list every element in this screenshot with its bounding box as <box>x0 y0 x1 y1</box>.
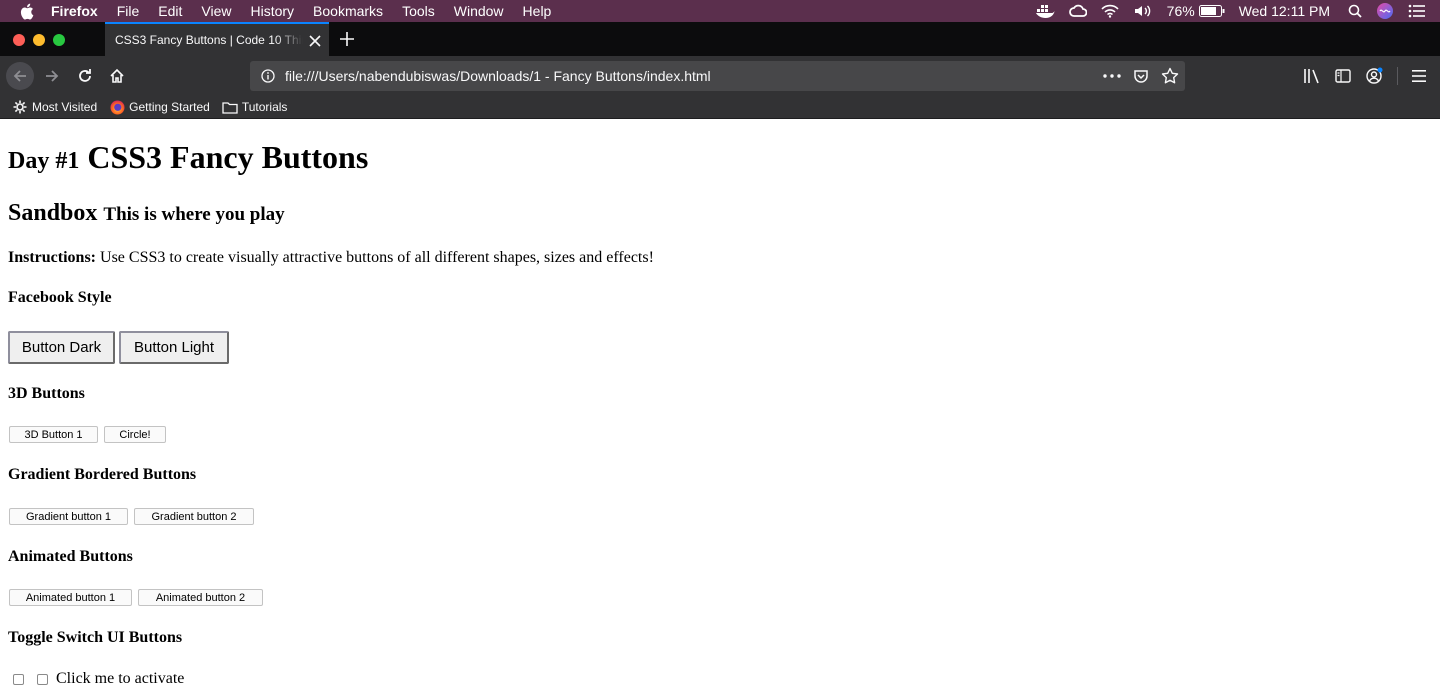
toggle-checkbox-1[interactable] <box>13 674 24 685</box>
gradient-button-1[interactable]: Gradient button 1 <box>9 508 128 525</box>
home-button[interactable] <box>103 62 131 90</box>
bookmark-getting-started[interactable]: Getting Started <box>109 99 210 115</box>
page-title: Day #1 CSS3 Fancy Buttons <box>8 139 368 180</box>
button-dark[interactable]: Button Dark <box>8 331 115 364</box>
clock[interactable]: Wed 12:11 PM <box>1239 3 1330 19</box>
day-label: Day #1 <box>8 148 80 174</box>
sidebar-icon[interactable] <box>1335 69 1351 83</box>
hamburger-menu-icon[interactable] <box>1412 70 1426 82</box>
firefox-icon <box>109 99 125 115</box>
menu-app-firefox[interactable]: Firefox <box>51 0 98 22</box>
bookmark-label: Tutorials <box>241 100 288 114</box>
url-actions <box>1091 61 1179 91</box>
sandbox-note: This is where you play <box>103 204 285 225</box>
menu-help[interactable]: Help <box>523 0 552 22</box>
animated-button-2[interactable]: Animated button 2 <box>138 589 263 606</box>
zoom-window-button[interactable] <box>53 34 65 46</box>
page-actions-icon[interactable] <box>1103 74 1121 78</box>
menu-history[interactable]: History <box>250 0 294 22</box>
section-title-facebook: Facebook Style <box>8 289 112 306</box>
close-tab-icon[interactable] <box>309 34 321 47</box>
library-icon[interactable] <box>1303 68 1321 84</box>
toggle-checkbox-2[interactable] <box>37 674 48 685</box>
tab-strip: CSS3 Fancy Buttons | Code 10 Things <box>0 22 1440 56</box>
tab-title: CSS3 Fancy Buttons | Code 10 Things <box>115 33 303 47</box>
instructions-text: Use CSS3 to create visually attractive b… <box>96 249 654 266</box>
instructions-label: Instructions: <box>8 249 97 266</box>
page-content: Day #1 CSS3 Fancy Buttons Sandbox This i… <box>8 119 1432 698</box>
siri-icon[interactable] <box>1376 2 1394 20</box>
menu-tools[interactable]: Tools <box>402 0 435 22</box>
button-light[interactable]: Button Light <box>119 331 229 364</box>
menubar-status-area: 76% Wed 12:11 PM <box>1035 0 1440 22</box>
docker-icon[interactable] <box>1035 4 1055 18</box>
section-title-animated: Animated Buttons <box>8 548 133 565</box>
menu-edit[interactable]: Edit <box>158 0 182 22</box>
section-title-toggle: Toggle Switch UI Buttons <box>8 629 183 646</box>
navigation-toolbar: file:///Users/nabendubiswas/Downloads/1 … <box>0 56 1440 96</box>
macos-menubar: Firefox File Edit View History Bookmarks… <box>0 0 1440 22</box>
creative-cloud-icon[interactable] <box>1068 4 1087 18</box>
toolbar-right <box>1303 56 1440 96</box>
forward-button[interactable] <box>38 62 66 90</box>
bookmark-tutorials[interactable]: Tutorials <box>222 99 288 115</box>
notification-center-icon[interactable] <box>1408 4 1426 18</box>
battery-percent: 76% <box>1166 3 1195 19</box>
gear-icon <box>12 99 28 115</box>
volume-icon[interactable] <box>1133 4 1153 18</box>
tab-active[interactable]: CSS3 Fancy Buttons | Code 10 Things <box>105 22 329 56</box>
section-title-3d: 3D Buttons <box>8 385 85 402</box>
instructions: Instructions: Use CSS3 to create visuall… <box>8 248 654 267</box>
url-bar[interactable]: file:///Users/nabendubiswas/Downloads/1 … <box>250 61 1185 91</box>
sandbox-heading: Sandbox This is where you play <box>8 199 285 229</box>
sandbox-title: Sandbox <box>8 200 98 226</box>
wifi-icon[interactable] <box>1101 4 1119 18</box>
bookmark-most-visited[interactable]: Most Visited <box>12 99 97 115</box>
back-button[interactable] <box>6 62 34 90</box>
bookmarks-toolbar: Most Visited Getting Started Tutorials <box>0 96 1440 119</box>
menu-window[interactable]: Window <box>454 0 504 22</box>
menu-view[interactable]: View <box>201 0 231 22</box>
section-title-gradient: Gradient Bordered Buttons <box>8 466 197 483</box>
url-text[interactable]: file:///Users/nabendubiswas/Downloads/1 … <box>285 68 711 84</box>
toolbar-divider <box>1397 67 1398 85</box>
animated-button-1[interactable]: Animated button 1 <box>9 589 132 606</box>
toggle-label: Click me to activate <box>56 670 185 687</box>
account-icon[interactable] <box>1365 67 1383 85</box>
battery-icon[interactable] <box>1198 5 1225 17</box>
3d-button-1[interactable]: 3D Button 1 <box>9 426 98 443</box>
folder-icon <box>222 99 238 115</box>
new-tab-icon[interactable] <box>338 30 356 48</box>
close-window-button[interactable] <box>13 34 25 46</box>
bookmark-label: Most Visited <box>32 100 98 114</box>
circle-button[interactable]: Circle! <box>104 426 166 443</box>
reload-button[interactable] <box>71 62 99 90</box>
bookmark-star-icon[interactable] <box>1161 67 1179 85</box>
bookmark-label: Getting Started <box>129 100 210 114</box>
page-title-text: CSS3 Fancy Buttons <box>87 139 369 175</box>
spotlight-search-icon[interactable] <box>1348 4 1362 18</box>
apple-icon[interactable] <box>19 2 37 20</box>
menu-file[interactable]: File <box>117 0 140 22</box>
site-info-icon[interactable] <box>261 69 275 83</box>
gradient-button-2[interactable]: Gradient button 2 <box>134 508 254 525</box>
minimize-window-button[interactable] <box>33 34 45 46</box>
pocket-icon[interactable] <box>1133 68 1149 84</box>
menu-bookmarks[interactable]: Bookmarks <box>313 0 383 22</box>
